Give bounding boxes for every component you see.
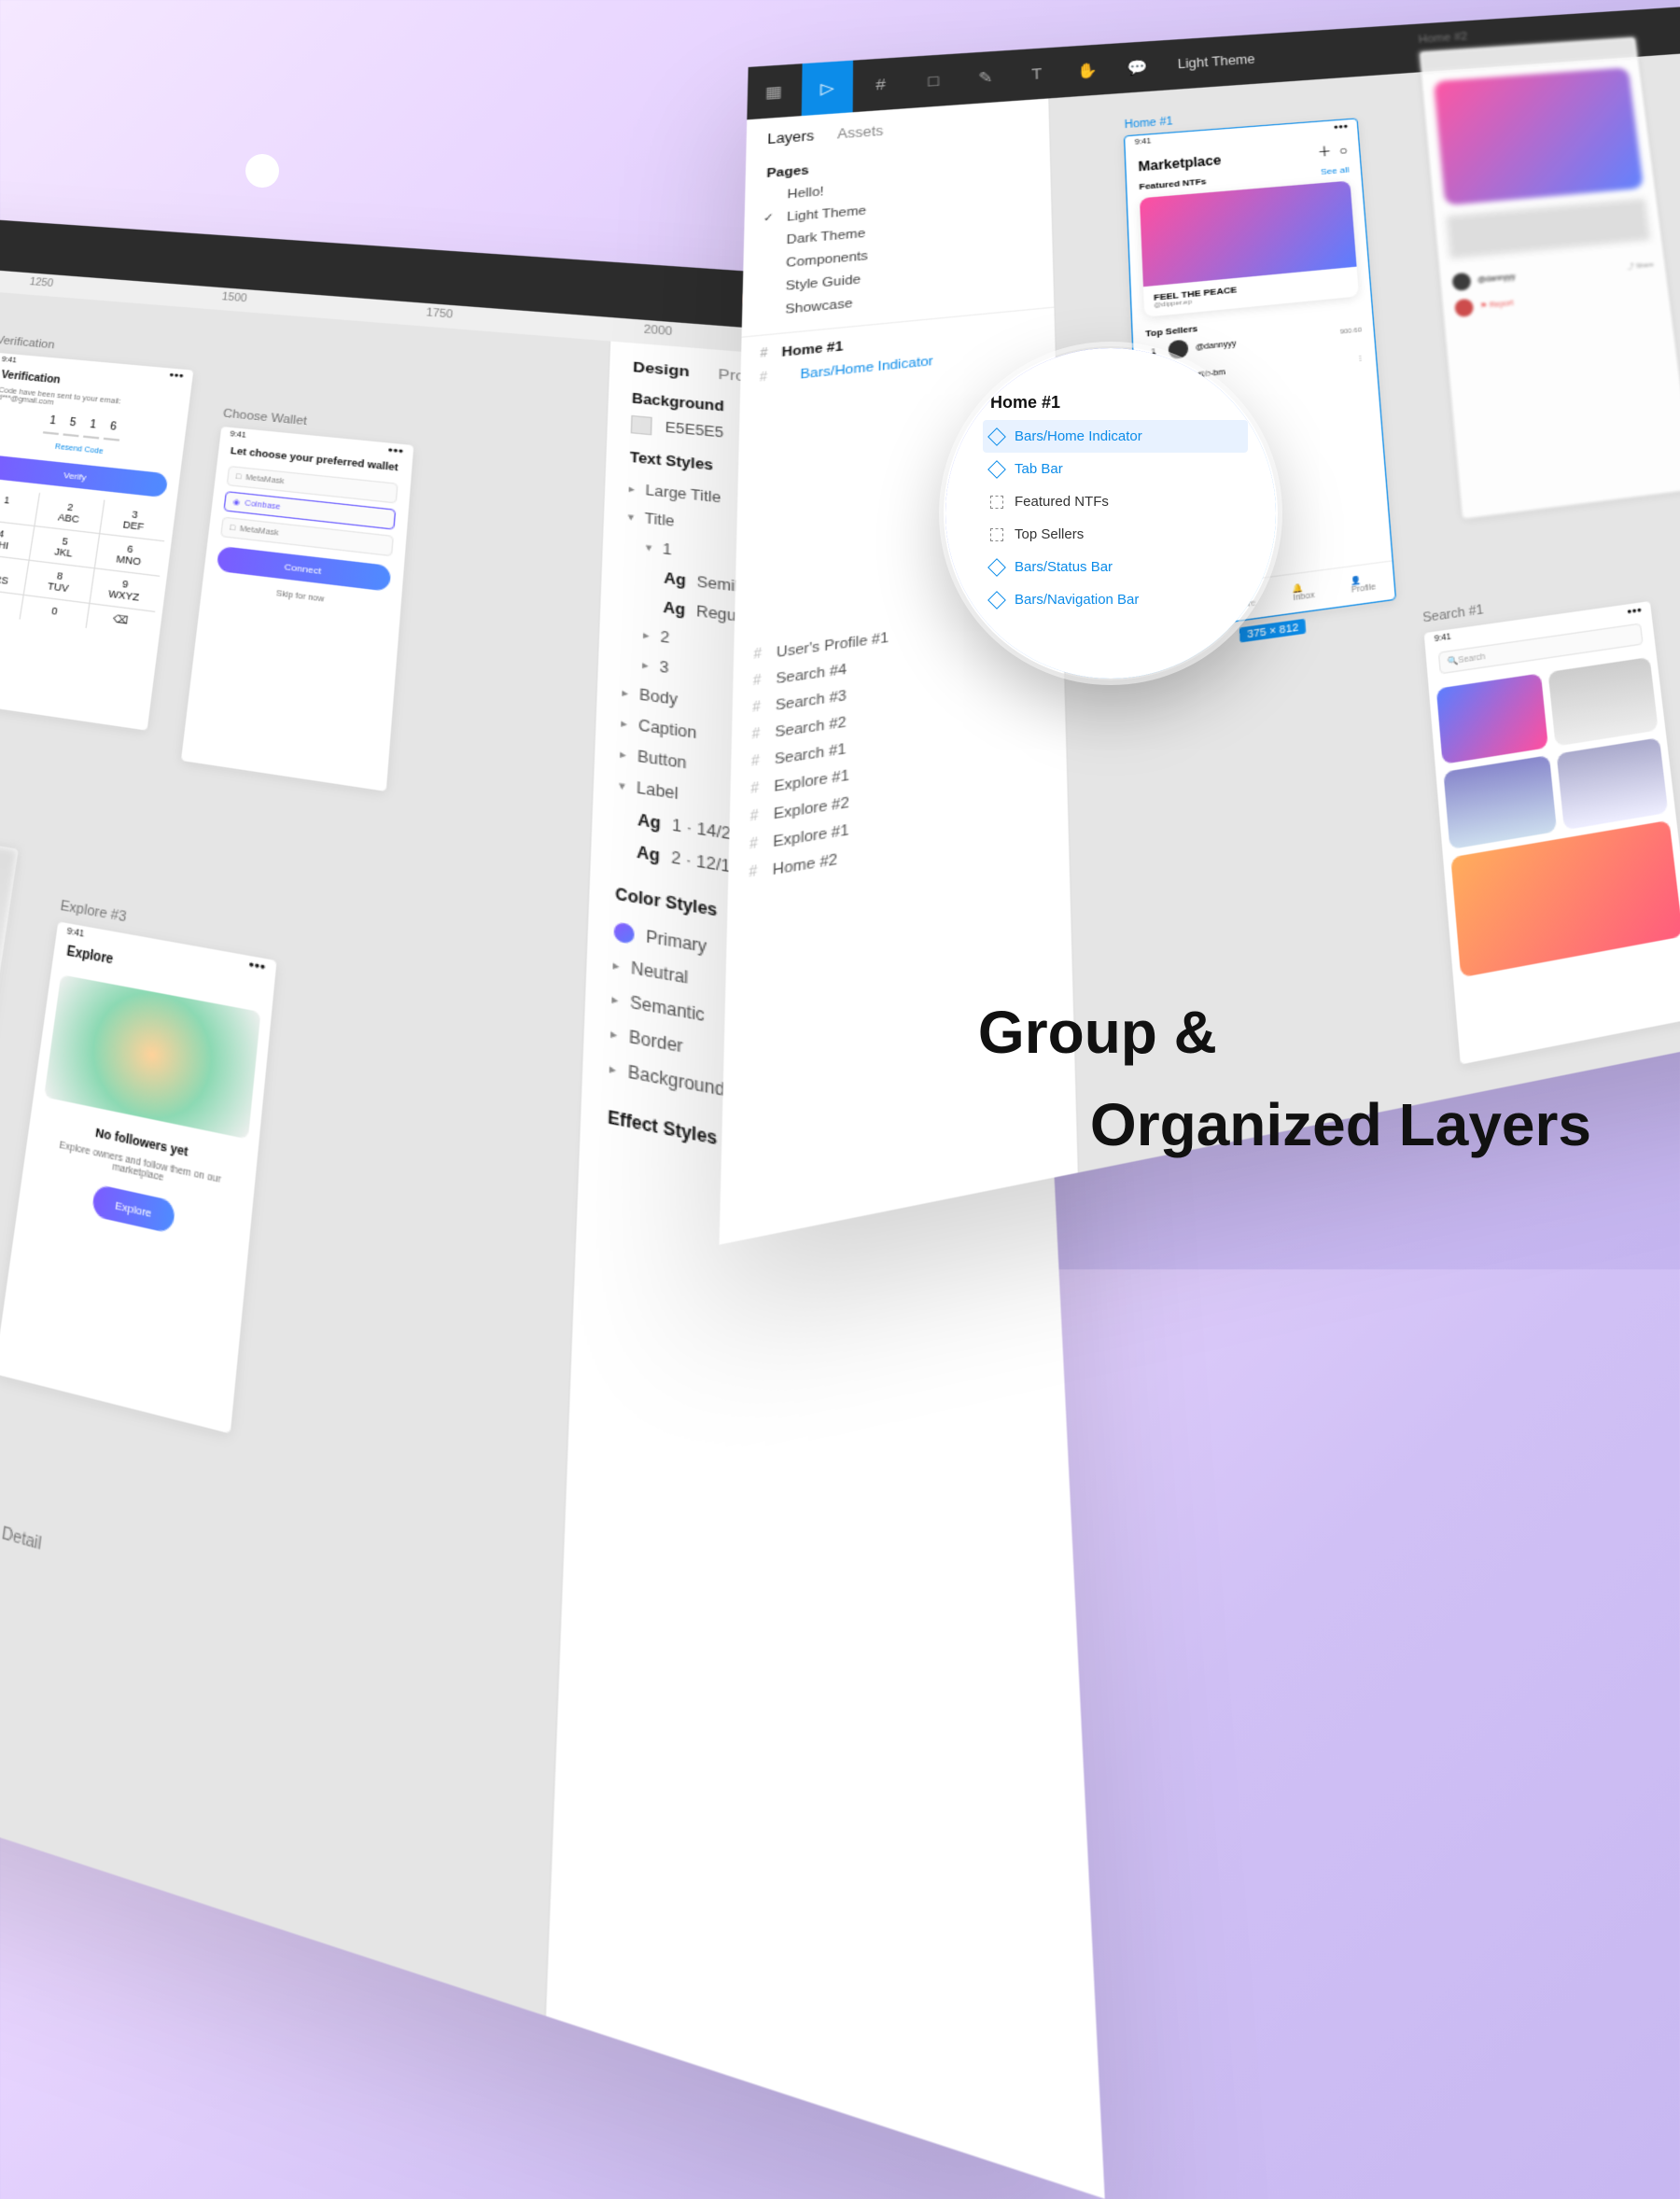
frame-tool-icon[interactable]: #	[855, 57, 905, 112]
tab-assets[interactable]: Assets	[837, 123, 883, 142]
hand-tool-icon[interactable]: ✋	[1063, 44, 1113, 97]
comment-tool-icon[interactable]: 💬	[1113, 40, 1162, 93]
text-tool-icon[interactable]: T	[1012, 47, 1061, 101]
pen-tool-icon[interactable]: ✎	[960, 50, 1011, 105]
shape-tool-icon[interactable]: □	[908, 53, 959, 108]
layer-item[interactable]: Bars/Navigation Bar	[983, 583, 1248, 616]
marketing-headline: Group & Organized Layers	[978, 987, 1591, 1171]
artboard-wallet[interactable]: Choose Wallet 9:41●●● Let choose your pr…	[181, 427, 413, 791]
frame-icon	[990, 496, 1003, 509]
component-icon	[987, 591, 1006, 609]
artboard-label: Choose Wallet	[222, 407, 307, 427]
bg-swatch[interactable]	[631, 415, 652, 435]
component-icon	[987, 427, 1006, 446]
artboard-label: Verification	[0, 334, 55, 351]
component-icon	[987, 558, 1006, 577]
artboard-label: Explore #3	[60, 898, 128, 925]
artboard-home2[interactable]: Home #2 @dannyyy⤴ Share ⚑ Report	[1420, 37, 1680, 519]
artboard-verification[interactable]: Verification 9:41●●● Verification Code h…	[0, 353, 193, 731]
canvas[interactable]: Sign up 9:41●●● Sign in Sign up Create n…	[0, 273, 609, 2015]
document-title: Light Theme	[1177, 52, 1255, 72]
layer-frame-header[interactable]: Home #1	[983, 385, 1248, 420]
layer-item[interactable]: Bars/Home Indicator	[983, 420, 1248, 453]
layer-item[interactable]: Bars/Status Bar	[983, 551, 1248, 583]
layer-item[interactable]: Featured NTFs	[983, 485, 1248, 518]
artboard-explore3[interactable]: Explore #3 9:41●●● Explore No followers …	[0, 921, 277, 1434]
selection-dimensions: 375 × 812	[1239, 619, 1307, 643]
component-icon	[987, 460, 1006, 479]
tab-layers[interactable]: Layers	[767, 128, 814, 147]
layer-item[interactable]: Tab Bar	[983, 453, 1248, 485]
move-tool-icon[interactable]: ▷	[802, 61, 853, 116]
frame-icon	[990, 528, 1003, 541]
magnifier-lens: Home #1 Bars/Home Indicator Tab Bar Feat…	[943, 345, 1279, 681]
tab-design[interactable]: Design	[633, 358, 690, 380]
layer-item[interactable]: Top Sellers	[983, 518, 1248, 551]
decoration-dot	[245, 154, 279, 188]
artboard-label: Collection Detail	[0, 1505, 43, 1555]
figma-menu-icon[interactable]: ▦	[747, 63, 800, 119]
primary-swatch[interactable]	[613, 921, 634, 945]
